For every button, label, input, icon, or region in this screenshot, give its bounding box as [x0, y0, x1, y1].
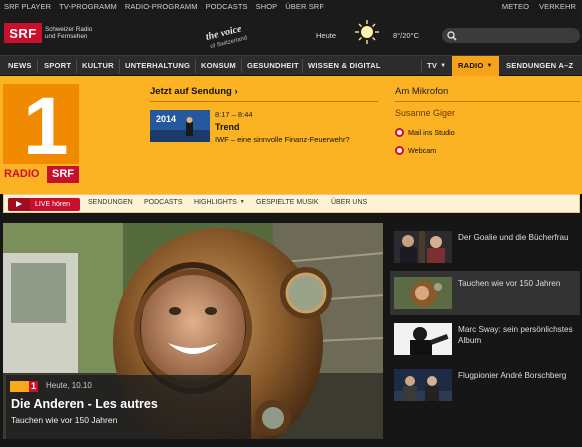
subnav-item-podcasts[interactable]: PODCASTS: [144, 199, 183, 206]
hero-subtitle[interactable]: Tauchen wie vor 150 Jahren: [11, 415, 117, 425]
teaser-item[interactable]: Marc Sway: sein persönlichstes Album: [390, 317, 580, 361]
nav-item-kultur[interactable]: KULTUR: [82, 56, 114, 76]
hero-title[interactable]: Die Anderen - Les autres: [11, 397, 158, 411]
nav-divider: [37, 59, 38, 73]
nav-item-wissen-digital[interactable]: WISSEN & DIGITAL: [308, 56, 381, 76]
link-podcasts[interactable]: PODCASTS: [206, 2, 248, 11]
nav-item-news[interactable]: NEWS: [8, 56, 32, 76]
nav-item-tv-label: TV: [427, 61, 438, 70]
now-playing-heading-text: Jetzt auf Sendung: [150, 86, 232, 97]
sun-icon: [352, 19, 382, 47]
chevron-down-icon: ▼: [486, 63, 493, 69]
now-playing-heading[interactable]: Jetzt auf Sendung ›: [150, 86, 238, 97]
link-ueber-srf[interactable]: ÜBER SRF: [285, 2, 324, 11]
link-radio-programm[interactable]: RADIO-PROGRAMM: [125, 2, 198, 11]
mail-icon: [395, 128, 404, 137]
now-playing-description[interactable]: IWF – eine sinnvolle Finanz-Feuerwehr?: [215, 135, 350, 144]
weather-label: Heute: [316, 31, 337, 40]
main-nav: NEWS SPORT KULTUR UNTERHALTUNG KONSUM GE…: [0, 55, 582, 76]
nav-divider: [421, 59, 422, 73]
now-playing-thumbnail[interactable]: 2014: [150, 110, 210, 142]
chevron-down-icon: ▼: [239, 199, 245, 206]
radio-word: RADIO: [4, 168, 40, 180]
hero-caption: 1 Heute, 10.10 Die Anderen - Les autres …: [6, 375, 251, 439]
hero-time: Heute, 10.10: [46, 381, 92, 390]
live-listen-button[interactable]: LIVE hören: [8, 198, 80, 211]
nav-divider: [195, 59, 196, 73]
webcam-icon: [395, 146, 404, 155]
link-shop[interactable]: SHOP: [256, 2, 278, 11]
aviator-photo-icon: [394, 369, 452, 401]
radio-srf-label: RADIO SRF: [3, 164, 79, 186]
microphone-heading: Am Mikrofon: [395, 86, 449, 97]
site-header: SRF Schweizer Radio und Fernsehen the vo…: [0, 13, 582, 55]
radio-subnav: LIVE hören SENDUNGEN PODCASTS HIGHLIGHTS…: [3, 194, 580, 213]
search-icon: [447, 31, 457, 41]
musician-photo-icon: [394, 323, 452, 355]
srf-word: SRF: [47, 166, 79, 183]
temperature: 8°/20°C: [393, 31, 420, 40]
nav-item-sport[interactable]: SPORT: [44, 56, 71, 76]
nav-item-sendungen-az[interactable]: SENDUNGEN A–Z: [506, 56, 573, 76]
link-meteo[interactable]: METEO: [502, 2, 529, 11]
subnav-item-gespielte-musik[interactable]: GESPIELTE MUSIK: [256, 199, 319, 206]
divider: [395, 101, 580, 102]
link-srf-player[interactable]: SRF PLAYER: [4, 2, 51, 11]
logo-text-line2: und Fernsehen: [45, 33, 88, 40]
nav-item-radio[interactable]: RADIO ▼: [452, 56, 499, 76]
nav-item-konsum[interactable]: KONSUM: [201, 56, 236, 76]
the-voice-logo-graphic: the voice of Switzerland: [205, 23, 248, 50]
logo-text-line1: Schweizer Radio: [45, 26, 93, 33]
chevron-right-icon: ›: [234, 86, 238, 97]
host-name: Susanne Giger: [395, 108, 456, 118]
now-playing-time: 8:17 – 8:44: [215, 110, 253, 119]
radio-srf-1-badge: 1: [10, 381, 38, 392]
teaser-item-active[interactable]: Tauchen wie vor 150 Jahren: [390, 271, 580, 315]
hero-teaser[interactable]: 1 Heute, 10.10 Die Anderen - Les autres …: [3, 223, 383, 439]
radio-srf-1-logo[interactable]: 1: [3, 81, 79, 172]
live-listen-label: LIVE hören: [35, 201, 71, 208]
subnav-item-highlights[interactable]: HIGHLIGHTS ▼: [194, 199, 245, 206]
thumb-year: 2014: [156, 114, 176, 124]
the-voice-logo[interactable]: the voice of Switzerland: [200, 19, 270, 50]
nav-divider: [241, 59, 242, 73]
mail-studio-link[interactable]: Mail ins Studio: [395, 128, 455, 137]
teaser-text: Der Goalie und die Bücherfrau: [458, 233, 569, 242]
srf-logo-text: Schweizer Radio und Fernsehen: [45, 26, 92, 40]
teaser-item[interactable]: Der Goalie und die Bücherfrau: [390, 225, 580, 269]
webcam-link[interactable]: Webcam: [395, 146, 436, 155]
mail-studio-label: Mail ins Studio: [408, 128, 455, 137]
now-playing-show[interactable]: Trend: [215, 122, 240, 132]
nav-divider: [119, 59, 120, 73]
subnav-item-highlights-label: HIGHLIGHTS: [194, 199, 237, 206]
link-verkehr[interactable]: VERKEHR: [539, 2, 576, 11]
subnav-item-ueber-uns[interactable]: ÜBER UNS: [331, 199, 367, 206]
station-number: 1: [23, 81, 69, 172]
srf-logo[interactable]: SRF: [4, 23, 42, 43]
radio-station-header: 1 RADIO SRF Jetzt auf Sendung › 2014 8:1…: [0, 76, 582, 194]
nav-item-unterhaltung[interactable]: UNTERHALTUNG: [125, 56, 190, 76]
nav-divider: [76, 59, 77, 73]
nav-item-radio-label: RADIO: [458, 61, 484, 70]
nav-item-gesundheit[interactable]: GESUNDHEIT: [247, 56, 299, 76]
conference-photo: 2014: [150, 110, 210, 142]
divider: [150, 101, 378, 102]
badge-number: 1: [29, 381, 38, 392]
webcam-label: Webcam: [408, 146, 437, 155]
search-input[interactable]: [442, 28, 580, 43]
teaser-item[interactable]: Flugpionier André Borschberg: [390, 363, 580, 407]
main-content: 1 Heute, 10.10 Die Anderen - Les autres …: [0, 213, 582, 447]
subnav-item-sendungen[interactable]: SENDUNGEN: [88, 199, 133, 206]
teaser-text: Flugpionier André Borschberg: [458, 371, 567, 380]
link-tv-programm[interactable]: TV-PROGRAMM: [59, 2, 117, 11]
teaser-text: Tauchen wie vor 150 Jahren: [458, 279, 561, 288]
nav-divider: [302, 59, 303, 73]
teaser-text: Marc Sway: sein persönlichstes Album: [458, 325, 573, 345]
diver-photo-icon: [394, 277, 452, 309]
play-icon: [8, 198, 30, 211]
top-utility-bar: SRF PLAYER TV-PROGRAMM RADIO-PROGRAMM PO…: [0, 0, 582, 13]
nav-item-tv[interactable]: TV ▼: [427, 56, 446, 76]
chevron-down-icon: ▼: [440, 63, 447, 69]
people-photo-icon: [394, 231, 452, 263]
